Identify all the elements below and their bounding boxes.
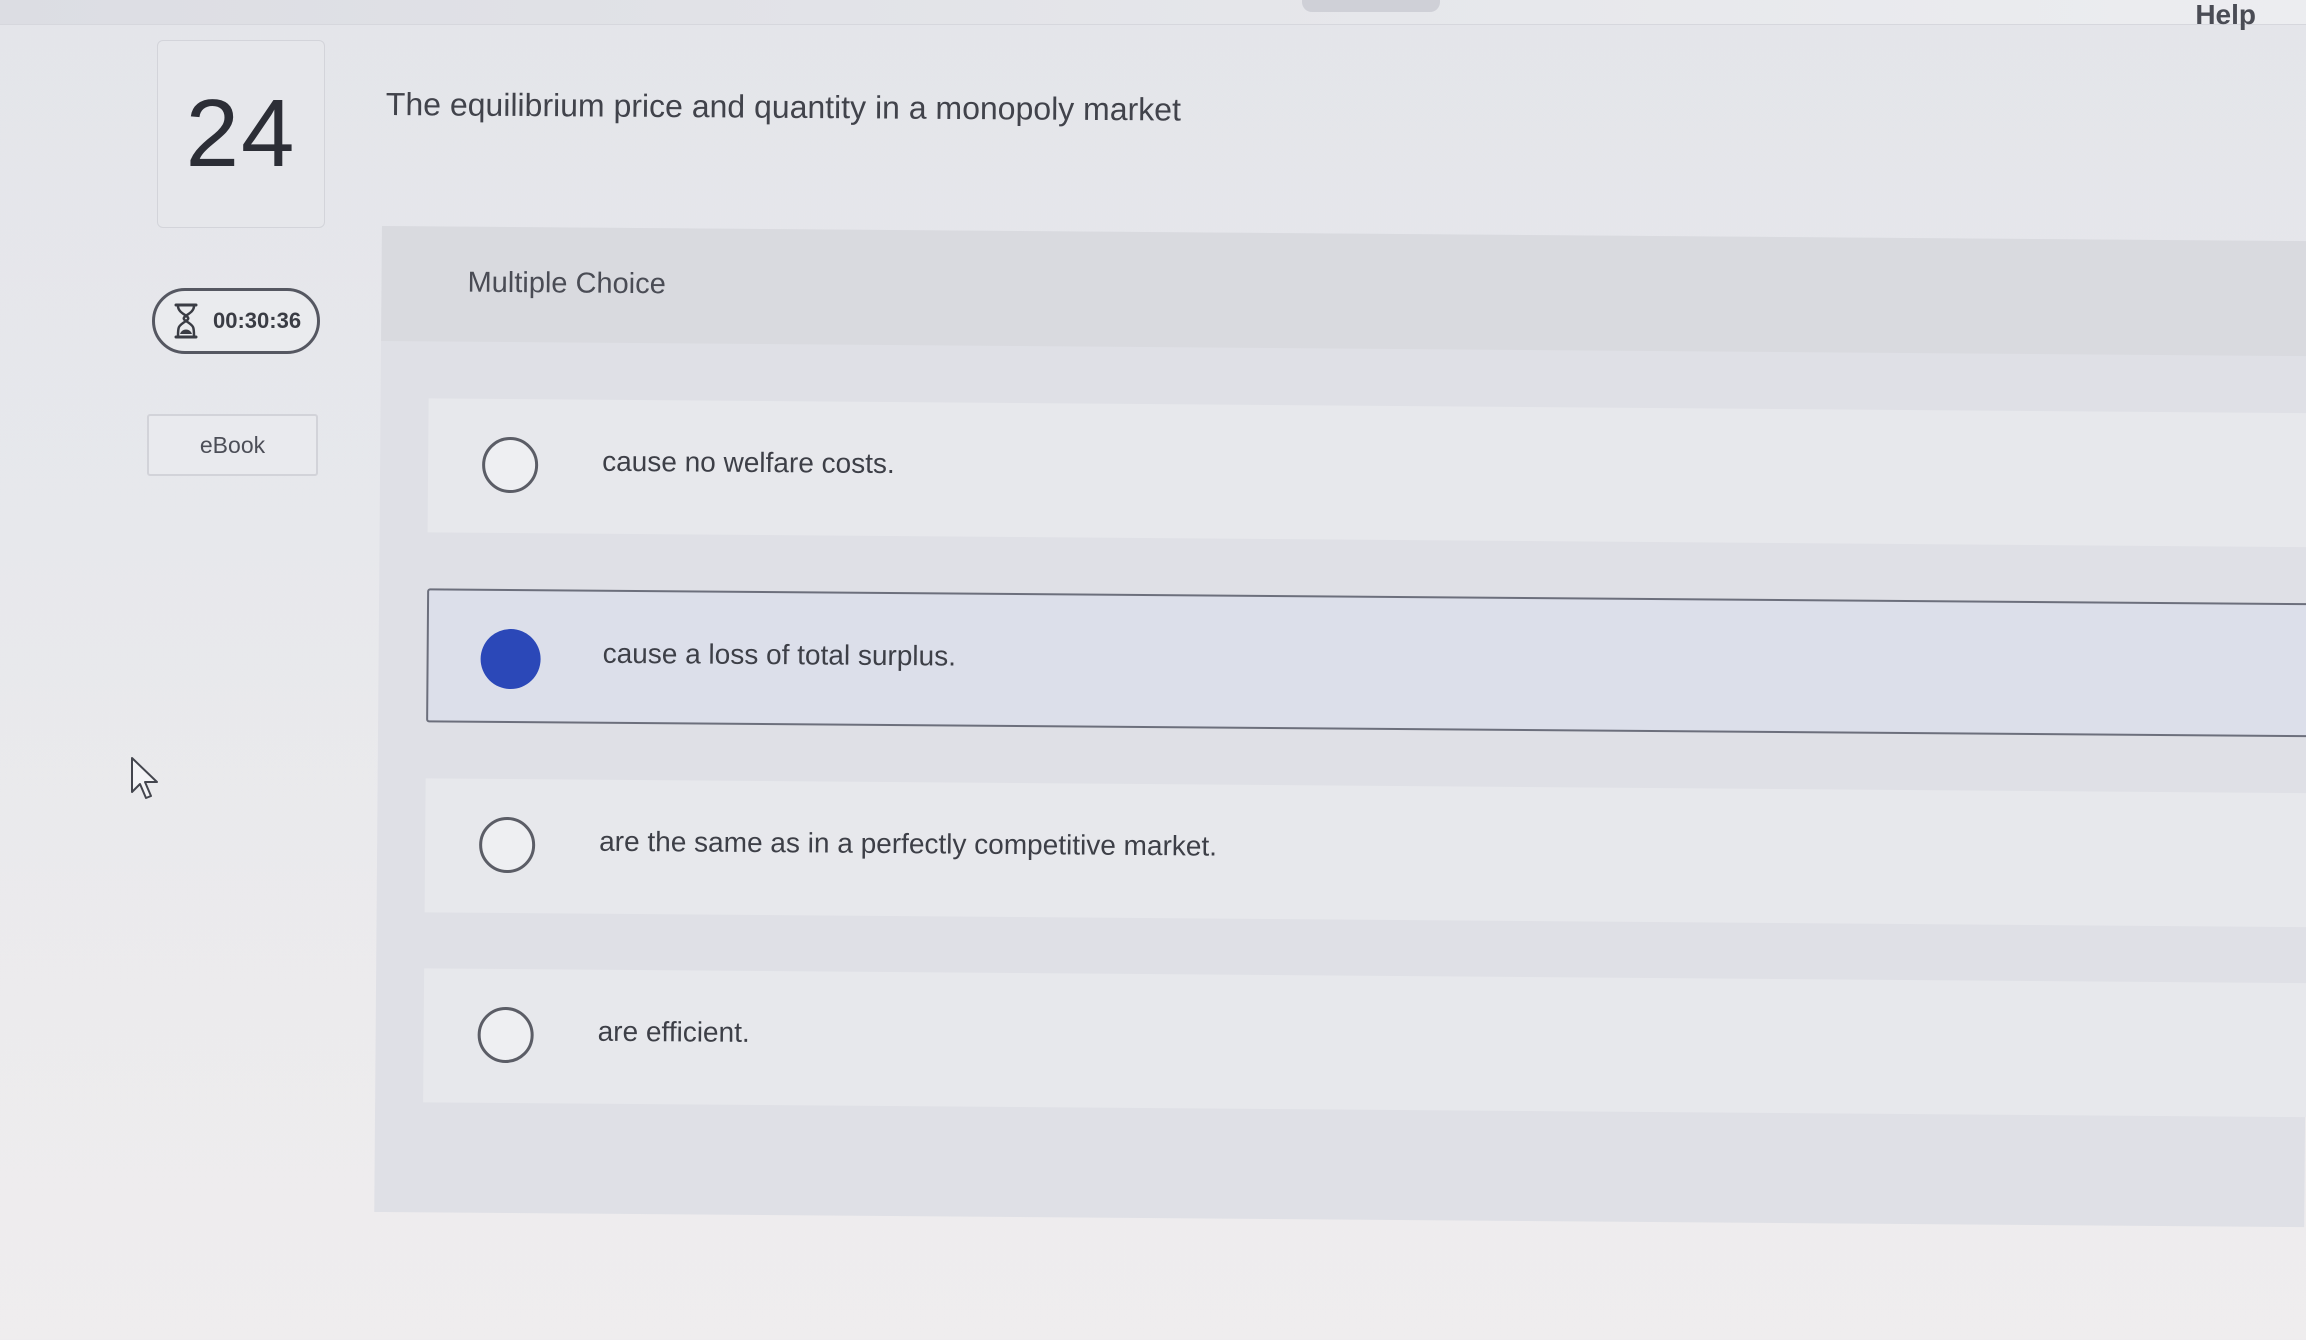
- question-number-box: 24: [157, 40, 325, 228]
- timer-value: 00:30:36: [213, 308, 302, 333]
- multiple-choice-header: Multiple Choice: [381, 226, 2306, 357]
- top-bar: [0, 0, 2306, 25]
- answer-option-2[interactable]: cause a loss of total surplus.: [426, 588, 2306, 738]
- radio-button[interactable]: [478, 816, 536, 874]
- ebook-button[interactable]: eBook: [147, 414, 318, 476]
- timer-button[interactable]: 00:30:36: [152, 288, 320, 354]
- multiple-choice-panel: Multiple Choice cause no welfare costs. …: [374, 226, 2306, 1228]
- top-tab-handle[interactable]: [1302, 0, 1440, 12]
- question-type-label: Multiple Choice: [467, 266, 666, 301]
- answer-option-label: are the same as in a perfectly competiti…: [599, 825, 1218, 862]
- hourglass-icon: [174, 303, 198, 339]
- question-prompt: The equilibrium price and quantity in a …: [385, 86, 1182, 128]
- answer-option-label: cause no welfare costs.: [602, 445, 895, 480]
- answer-option-3[interactable]: are the same as in a perfectly competiti…: [424, 778, 2306, 928]
- radio-button[interactable]: [477, 1006, 534, 1064]
- question-number: 24: [185, 80, 297, 187]
- answer-option-1[interactable]: cause no welfare costs.: [427, 398, 2306, 548]
- answer-option-label: cause a loss of total surplus.: [602, 637, 957, 672]
- radio-button[interactable]: [481, 436, 539, 494]
- mouse-cursor-icon: [131, 757, 158, 799]
- answer-option-4[interactable]: are efficient.: [423, 968, 2306, 1118]
- answer-option-label: are efficient.: [597, 1015, 750, 1048]
- help-link[interactable]: Help: [2195, 0, 2256, 30]
- radio-button-selected[interactable]: [480, 628, 541, 690]
